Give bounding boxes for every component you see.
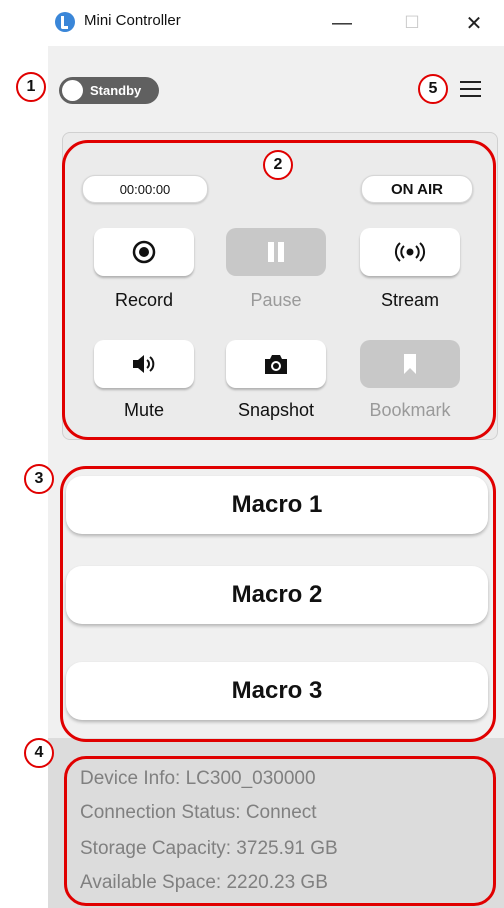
standby-label: Standby (90, 83, 142, 98)
maximize-button: ☐ (404, 13, 420, 32)
mini-controller-window: Mini Controller — ☐ ✕ Standby 00:00:00 O… (0, 0, 504, 908)
annotation-box-device-info (64, 756, 496, 906)
annotation-marker-2: 2 (263, 150, 293, 180)
hamburger-menu-icon[interactable] (458, 78, 484, 100)
app-logo-icon (55, 12, 75, 32)
title-bar: Mini Controller — ☐ ✕ (48, 0, 504, 46)
close-button[interactable]: ✕ (452, 8, 496, 38)
annotation-marker-1: 1 (16, 72, 46, 102)
minimize-button[interactable]: — (320, 8, 364, 38)
annotation-marker-3: 3 (24, 464, 54, 494)
annotation-box-controls (62, 140, 496, 440)
toggle-knob (62, 80, 83, 101)
window-title: Mini Controller (84, 12, 181, 29)
annotation-marker-5: 5 (418, 74, 448, 104)
standby-toggle[interactable]: Standby (59, 77, 159, 104)
annotation-marker-4: 4 (24, 738, 54, 768)
annotation-box-macros (60, 466, 496, 742)
